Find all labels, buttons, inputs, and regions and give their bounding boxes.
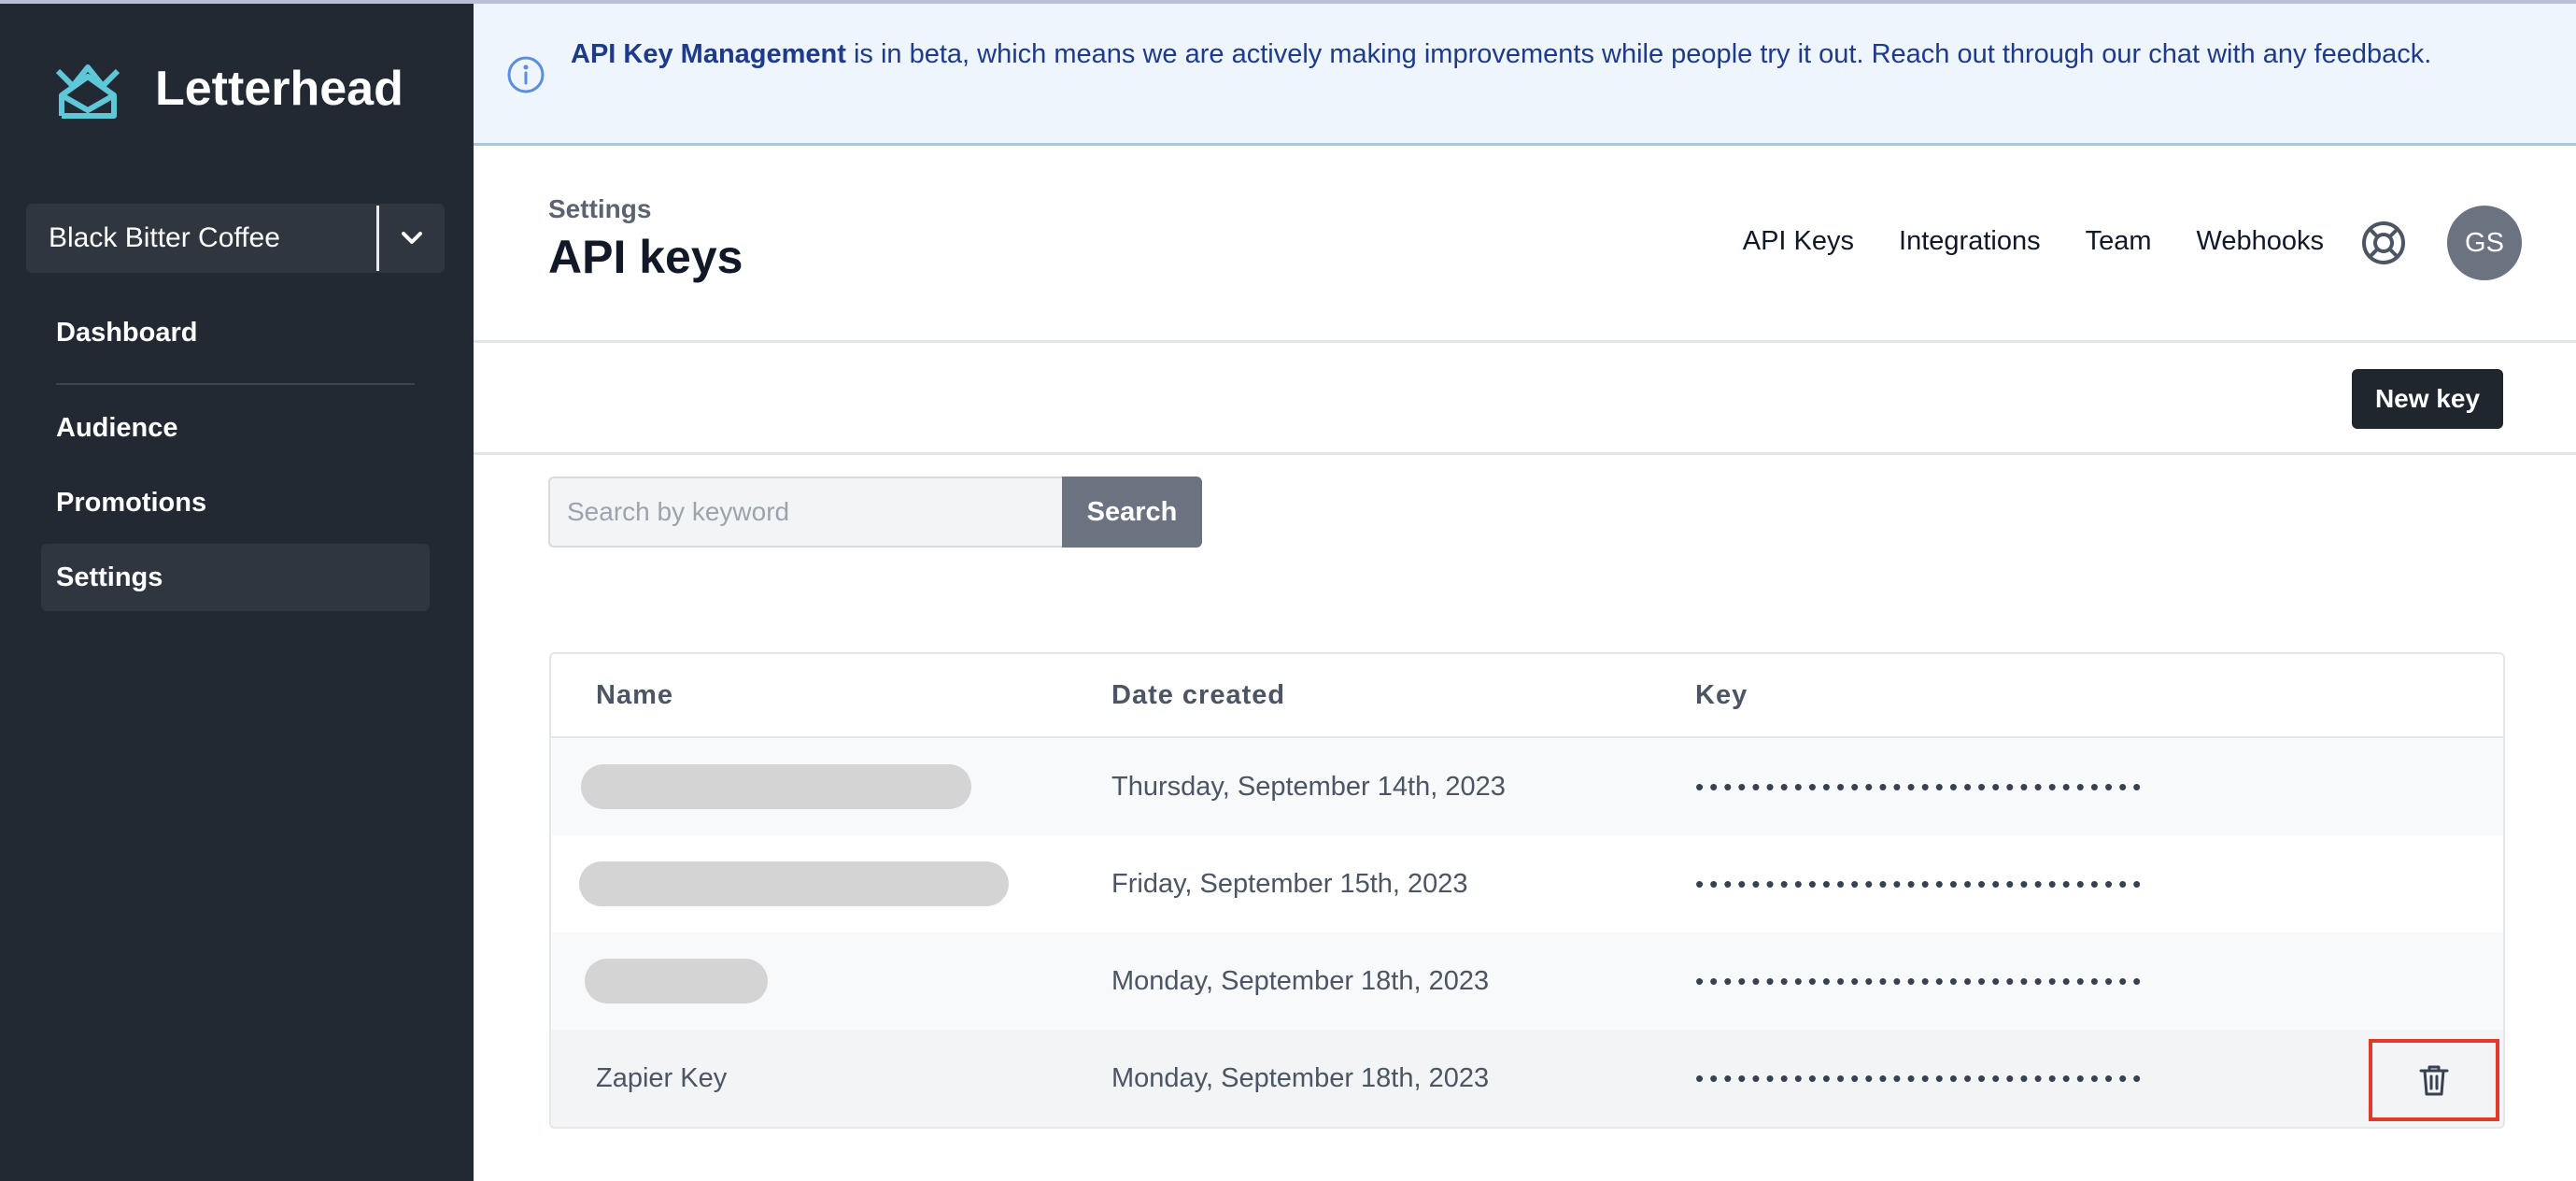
user-avatar[interactable]: GS	[2447, 206, 2522, 280]
search-button[interactable]: Search	[1062, 477, 1202, 548]
table-header: Name Date created Key	[551, 654, 2503, 738]
redacted-name	[581, 764, 971, 809]
actions-cell	[2349, 738, 2503, 835]
chevron-down-icon[interactable]	[379, 204, 445, 273]
letterhead-logo-icon	[55, 64, 120, 119]
sidebar-item-promotions[interactable]: Promotions	[41, 469, 430, 536]
date-created-cell: Monday, September 18th, 2023	[1111, 1062, 1490, 1093]
actions-cell	[2349, 835, 2503, 932]
settings-nav: API Keys Integrations Team Webhooks	[1743, 226, 2324, 257]
table-row[interactable]: Monday, September 18th, 2023 •••••••••••…	[551, 932, 2503, 1030]
key-cell: ••••••••••••••••••••••••••••••••	[1695, 772, 2147, 801]
beta-banner: API Key Management is in beta, which mea…	[474, 4, 2576, 146]
toolbar: New key	[474, 343, 2576, 455]
breadcrumb[interactable]: Settings	[548, 194, 651, 224]
column-header-actions	[2349, 654, 2503, 736]
table-row[interactable]: Friday, September 15th, 2023 •••••••••••…	[551, 835, 2503, 932]
tab-webhooks[interactable]: Webhooks	[2197, 226, 2325, 257]
key-cell: ••••••••••••••••••••••••••••••••	[1695, 966, 2147, 995]
api-keys-table: Name Date created Key Thursday, Septembe…	[549, 652, 2505, 1129]
app-root: Letterhead Black Bitter Coffee Dashboard…	[0, 0, 2576, 1181]
actions-cell	[2349, 932, 2503, 1030]
banner-message: API Key Management is in beta, which mea…	[571, 34, 2541, 75]
column-header-date-created[interactable]: Date created	[1111, 680, 1695, 711]
key-cell: ••••••••••••••••••••••••••••••••	[1695, 1063, 2147, 1092]
actions-cell	[2349, 1030, 2503, 1127]
tab-api-keys[interactable]: API Keys	[1743, 226, 1854, 257]
new-key-button[interactable]: New key	[2352, 369, 2503, 429]
org-selector[interactable]: Black Bitter Coffee	[26, 204, 445, 273]
table-row[interactable]: Thursday, September 14th, 2023 •••••••••…	[551, 738, 2503, 835]
logo[interactable]: Letterhead	[54, 54, 403, 123]
page-header: Settings API keys API Keys Integrations …	[474, 146, 2576, 343]
redacted-name	[585, 959, 768, 1003]
sidebar-item-settings[interactable]: Settings	[41, 544, 430, 611]
column-header-name[interactable]: Name	[551, 680, 1111, 711]
key-name-cell: Zapier Key	[596, 1062, 728, 1093]
page-title: API keys	[548, 231, 743, 283]
delete-key-button[interactable]	[2369, 1039, 2499, 1121]
table-row[interactable]: Zapier Key Monday, September 18th, 2023 …	[551, 1030, 2503, 1127]
info-icon	[507, 56, 545, 93]
help-lifebuoy-icon[interactable]	[2359, 219, 2408, 267]
logo-text: Letterhead	[155, 62, 403, 116]
sidebar: Letterhead Black Bitter Coffee Dashboard…	[0, 4, 474, 1181]
sidebar-item-audience[interactable]: Audience	[41, 394, 430, 462]
search-bar: Search	[548, 477, 1202, 548]
date-created-cell: Thursday, September 14th, 2023	[1111, 771, 1506, 802]
sidebar-item-dashboard[interactable]: Dashboard	[41, 299, 430, 366]
banner-body: is in beta, which means we are actively …	[845, 39, 2432, 69]
column-header-key: Key	[1695, 679, 1748, 710]
date-created-cell: Friday, September 15th, 2023	[1111, 868, 1468, 899]
tab-integrations[interactable]: Integrations	[1899, 226, 2041, 257]
trash-icon	[2419, 1065, 2449, 1096]
banner-strong: API Key Management	[571, 39, 846, 69]
org-divider	[376, 206, 379, 271]
date-created-cell: Monday, September 18th, 2023	[1111, 965, 1490, 996]
tab-team[interactable]: Team	[2086, 226, 2152, 257]
sidebar-divider	[56, 383, 415, 385]
key-cell: ••••••••••••••••••••••••••••••••	[1695, 869, 2147, 898]
redacted-name	[579, 861, 1009, 906]
search-input[interactable]	[548, 477, 1062, 548]
org-name: Black Bitter Coffee	[49, 222, 280, 253]
